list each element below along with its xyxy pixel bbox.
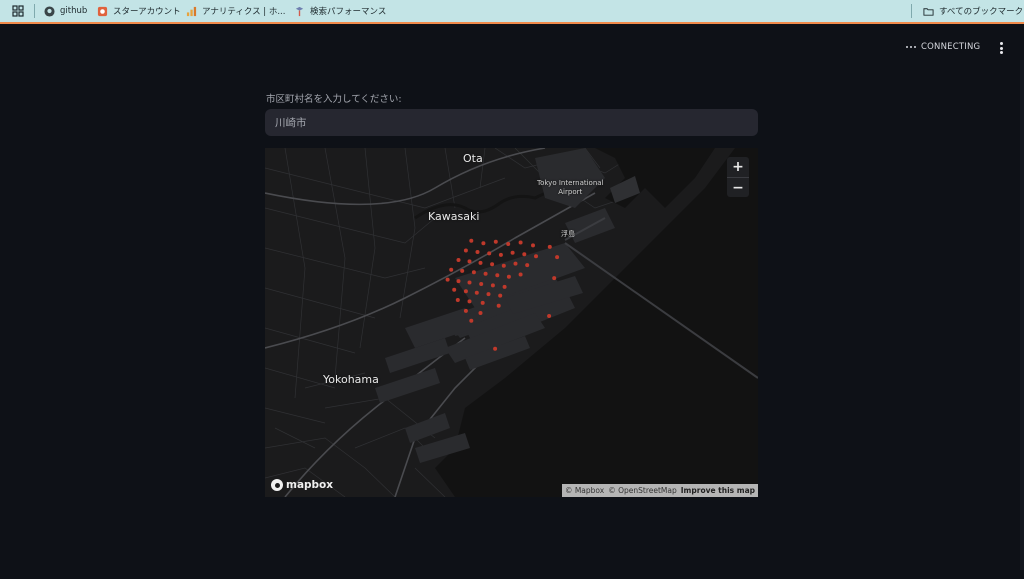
- data-point: [490, 262, 495, 267]
- bookmark-label: アナリティクス | ホ...: [202, 7, 286, 17]
- place-label-yokohama: Yokohama: [323, 373, 379, 386]
- data-point: [518, 240, 523, 245]
- data-point: [467, 299, 472, 304]
- airport-land: [535, 148, 605, 208]
- folder-icon: [923, 7, 934, 16]
- mapbox-logo-text: mapbox: [286, 479, 334, 491]
- data-point: [469, 318, 474, 323]
- mapbox-logo[interactable]: mapbox: [271, 479, 333, 491]
- data-point: [522, 252, 527, 257]
- data-point: [475, 250, 480, 254]
- more-dots-icon: [906, 46, 916, 48]
- zoom-control: + −: [727, 157, 749, 197]
- data-point: [463, 308, 468, 313]
- star-account-icon: [97, 6, 108, 16]
- zoom-in-button[interactable]: +: [727, 157, 749, 177]
- data-point: [506, 242, 511, 246]
- data-point: [498, 252, 503, 257]
- data-point: [481, 241, 486, 246]
- city-input[interactable]: [265, 109, 758, 136]
- bookmark-search-performance[interactable]: 検索パフォーマンス: [294, 0, 386, 22]
- data-point: [547, 244, 552, 249]
- data-point: [463, 289, 468, 294]
- place-label-ota: Ota: [463, 152, 483, 165]
- data-point: [498, 293, 503, 298]
- data-point: [456, 258, 461, 262]
- data-point: [487, 251, 492, 256]
- data-point: [460, 268, 465, 273]
- data-point: [483, 271, 488, 276]
- bookmark-label: スターアカウント: [113, 7, 181, 17]
- data-point: [445, 277, 450, 282]
- apps-grid-icon[interactable]: [12, 5, 24, 17]
- data-point: [455, 298, 460, 302]
- data-point: [502, 284, 507, 289]
- place-label-ukishima: 浮島: [561, 230, 575, 238]
- main-menu-icon[interactable]: [996, 41, 1006, 55]
- data-point: [456, 279, 461, 284]
- data-point: [486, 292, 491, 297]
- attribution-mapbox-link[interactable]: © Mapbox: [565, 486, 604, 495]
- bookmark-github[interactable]: github: [44, 0, 87, 22]
- data-point: [552, 276, 557, 281]
- data-point: [480, 300, 485, 305]
- data-point: [474, 290, 479, 295]
- data-point: [479, 282, 484, 286]
- all-bookmarks-button[interactable]: すべてのブックマーク: [923, 0, 1023, 22]
- bookmarks-bar: github スターアカウント アナリティクス | ホ... 検索パフォーマンス…: [0, 0, 1024, 22]
- city-input-label: 市区町村名を入力してください:: [266, 94, 402, 105]
- data-point: [493, 346, 498, 351]
- data-point: [510, 250, 515, 255]
- bookmark-label: 検索パフォーマンス: [310, 7, 387, 17]
- data-point: [547, 314, 552, 318]
- data-point: [471, 270, 476, 275]
- bookmark-star-account[interactable]: スターアカウント: [97, 0, 181, 22]
- connection-status: CONNECTING: [906, 40, 980, 54]
- toolbar-accent-line: [0, 22, 1024, 24]
- data-point: [467, 280, 472, 285]
- data-point: [478, 260, 483, 265]
- mapbox-logo-icon: [271, 479, 283, 491]
- improve-map-link[interactable]: Improve this map: [681, 486, 755, 495]
- data-point: [525, 263, 530, 268]
- all-bookmarks-label: すべてのブックマーク: [939, 7, 1024, 17]
- bookmark-separator: [34, 4, 35, 18]
- data-point: [496, 303, 501, 308]
- analytics-icon: [186, 6, 197, 16]
- github-icon: [44, 5, 55, 17]
- attribution-osm-link[interactable]: © OpenStreetMap: [608, 486, 677, 495]
- airport-label-line1: Tokyo International: [537, 179, 604, 187]
- data-point: [531, 243, 535, 248]
- data-point: [518, 272, 523, 277]
- data-point: [469, 238, 474, 243]
- search-console-icon: [295, 6, 304, 16]
- place-label-kawasaki: Kawasaki: [428, 210, 480, 223]
- data-point: [490, 283, 495, 288]
- map-view[interactable]: Ota Kawasaki Yokohama Tokyo Internationa…: [265, 148, 758, 497]
- data-point: [463, 248, 468, 253]
- connection-status-text: CONNECTING: [921, 42, 981, 52]
- data-point: [493, 239, 498, 244]
- data-point: [501, 263, 506, 268]
- zoom-out-button[interactable]: −: [727, 177, 749, 197]
- data-point: [467, 259, 472, 264]
- data-point: [506, 274, 511, 279]
- airport-label-line2: Airport: [558, 188, 583, 196]
- place-label-airport: Tokyo International Airport: [537, 179, 604, 197]
- map-attribution: © Mapbox © OpenStreetMap Improve this ma…: [561, 484, 758, 497]
- bookmark-separator: [911, 4, 912, 18]
- scrollbar[interactable]: [1020, 60, 1024, 570]
- data-point: [478, 311, 483, 315]
- data-point: [513, 261, 518, 266]
- data-point: [449, 267, 454, 272]
- bookmark-analytics[interactable]: アナリティクス | ホ...: [186, 0, 285, 22]
- map-canvas: [265, 148, 758, 497]
- data-point: [452, 287, 457, 292]
- data-point: [495, 273, 500, 278]
- data-point: [534, 254, 538, 259]
- data-point: [555, 255, 560, 260]
- bookmark-label: github: [60, 6, 88, 16]
